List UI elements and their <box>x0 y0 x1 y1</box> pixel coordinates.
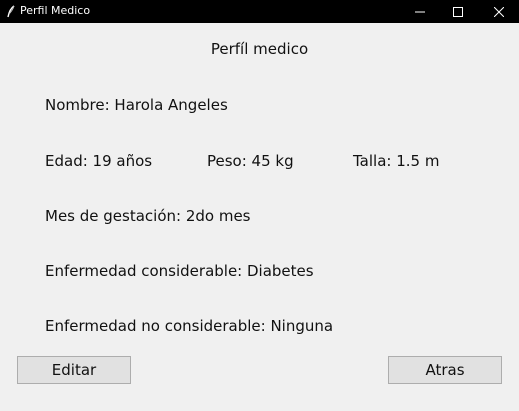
atras-button[interactable]: Atras <box>388 356 502 384</box>
peso-label: Peso: 45 kg <box>207 152 294 170</box>
maximize-button[interactable] <box>438 0 478 23</box>
minimize-button[interactable] <box>400 0 440 23</box>
edad-label: Edad: 19 años <box>45 152 153 170</box>
page-title: Perfíl medico <box>210 40 309 58</box>
editar-button[interactable]: Editar <box>17 356 131 384</box>
window-title: Perfil Medico <box>20 4 91 17</box>
maximize-icon <box>453 2 463 21</box>
close-button[interactable] <box>479 0 519 23</box>
enfermedad-considerable-label: Enfermedad considerable: Diabetes <box>45 262 314 280</box>
enfermedad-no-considerable-label: Enfermedad no considerable: Ninguna <box>45 317 334 335</box>
app-window: Perfil Medico Perfíl medico Nombre: Haro… <box>0 0 519 411</box>
close-icon <box>493 2 505 21</box>
minimize-icon <box>415 2 425 21</box>
profile-panel: Perfíl medico Nombre: Harola Angeles Eda… <box>0 23 519 411</box>
mes-gestacion-label: Mes de gestación: 2do mes <box>45 207 251 225</box>
talla-label: Talla: 1.5 m <box>353 152 440 170</box>
nombre-label: Nombre: Harola Angeles <box>45 96 228 114</box>
feather-icon <box>6 4 16 18</box>
title-bar[interactable]: Perfil Medico <box>0 0 519 23</box>
